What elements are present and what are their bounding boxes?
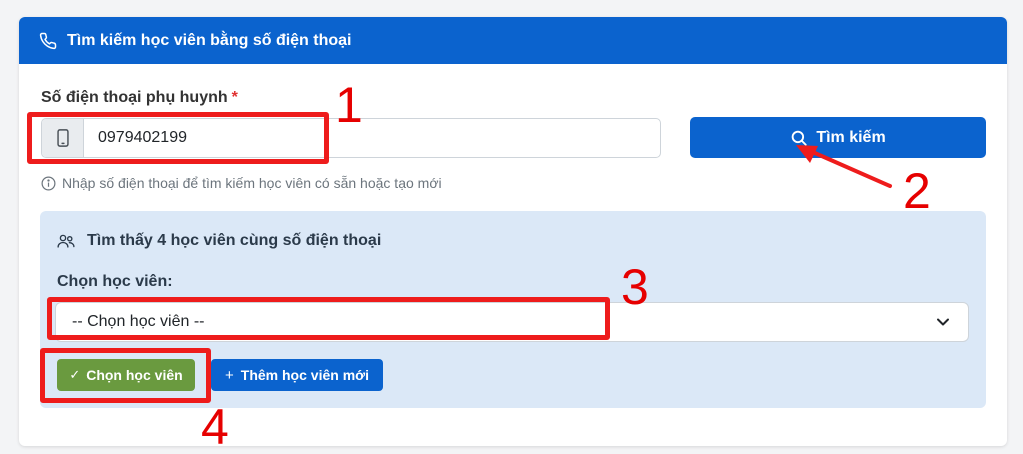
users-icon	[57, 234, 75, 248]
info-icon	[41, 176, 56, 190]
help-text: Nhập số điện thoại để tìm kiếm học viên …	[41, 175, 442, 191]
annotation-number-3: 3	[621, 259, 649, 315]
annotation-number-1: 1	[335, 77, 363, 133]
required-mark: *	[231, 89, 238, 106]
annotation-box-1	[27, 112, 329, 164]
phone-label: Số điện thoại phụ huynh *	[41, 89, 238, 106]
add-student-button[interactable]: + Thêm học viên mới	[211, 359, 383, 391]
card-title: Tìm kiếm học viên bằng số điện thoại	[67, 31, 352, 49]
annotation-number-2: 2	[903, 163, 931, 219]
annotation-number-4: 4	[201, 399, 229, 454]
chevron-down-icon	[937, 318, 949, 326]
plus-icon: +	[225, 366, 234, 384]
annotation-box-4	[40, 348, 211, 403]
phone-icon	[39, 32, 57, 49]
card-header: Tìm kiếm học viên bằng số điện thoại	[19, 17, 1007, 64]
annotation-box-3	[47, 297, 610, 340]
found-title: Tìm thấy 4 học viên cùng số điện thoại	[57, 232, 381, 250]
annotation-arrow-2	[796, 145, 892, 188]
choose-student-label: Chọn học viên:	[57, 273, 173, 290]
